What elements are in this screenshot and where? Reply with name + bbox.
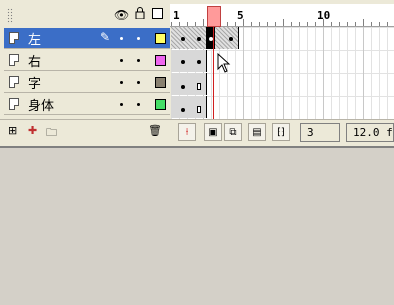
ruler-tick bbox=[363, 19, 364, 26]
ruler-tick bbox=[355, 22, 356, 26]
ruler-tick bbox=[379, 22, 380, 26]
ruler-tick bbox=[283, 19, 284, 26]
layer-row[interactable]: 字 bbox=[4, 72, 170, 93]
keyframe[interactable] bbox=[181, 37, 185, 41]
frame-span[interactable] bbox=[171, 50, 207, 72]
ruler-tick bbox=[179, 22, 180, 26]
ruler-tick bbox=[307, 22, 308, 26]
lock-icon[interactable] bbox=[135, 7, 145, 19]
onion-skin-outlines-icon[interactable]: ⧉ bbox=[224, 123, 242, 141]
ruler-tick bbox=[267, 22, 268, 26]
layer-name: 字 bbox=[28, 77, 42, 92]
ruler-tick bbox=[235, 22, 236, 26]
visibility-dot[interactable] bbox=[120, 81, 123, 84]
visibility-dot[interactable] bbox=[120, 37, 123, 40]
ruler-tick bbox=[227, 22, 228, 26]
eye-icon[interactable]: 👁 bbox=[114, 8, 129, 22]
ruler-tick bbox=[259, 22, 260, 26]
insert-folder-icon[interactable]: 🗀 bbox=[46, 124, 57, 143]
modify-onion-markers-icon[interactable]: ⁅⁆ bbox=[272, 123, 290, 141]
ruler-tick bbox=[275, 22, 276, 26]
layer-row[interactable]: 身体 bbox=[4, 94, 170, 115]
visibility-dot[interactable] bbox=[120, 103, 123, 106]
ruler-tick bbox=[347, 22, 348, 26]
visibility-dot[interactable] bbox=[120, 59, 123, 62]
outline-color-swatch[interactable] bbox=[155, 77, 166, 88]
onion-skin-icon[interactable]: ▣ bbox=[204, 123, 222, 141]
ruler-tick bbox=[187, 22, 188, 26]
frame-ruler[interactable]: 1 5 10 bbox=[170, 4, 394, 27]
empty-keyframe[interactable] bbox=[197, 106, 201, 113]
frame-span[interactable] bbox=[171, 27, 207, 49]
keyframe[interactable] bbox=[181, 60, 185, 64]
lock-dot[interactable] bbox=[137, 103, 140, 106]
pencil-icon: ✎ bbox=[100, 30, 111, 44]
ruler-tick bbox=[387, 22, 388, 26]
keyframe[interactable] bbox=[181, 85, 185, 89]
lock-dot[interactable] bbox=[137, 81, 140, 84]
ruler-tick bbox=[371, 22, 372, 26]
playhead[interactable] bbox=[207, 6, 221, 27]
frame-grid[interactable] bbox=[171, 27, 394, 119]
timeline-toolbar: ⊞ ✚ 🗀 🗑 ⍿ ▣ ⧉ ▤ ⁅⁆ 3 12.0 f bbox=[0, 119, 394, 145]
insert-layer-icon[interactable]: ⊞ bbox=[8, 124, 17, 137]
layer-icon bbox=[9, 98, 19, 110]
keyframe[interactable] bbox=[181, 108, 185, 112]
outline-color-swatch[interactable] bbox=[155, 33, 166, 44]
ruler-tick bbox=[171, 22, 172, 26]
ruler-tick bbox=[315, 22, 316, 26]
ruler-tick bbox=[291, 22, 292, 26]
layer-name: 右 bbox=[28, 55, 42, 70]
outline-color-swatch[interactable] bbox=[155, 55, 166, 66]
mouse-cursor-icon bbox=[217, 53, 231, 73]
ruler-tick bbox=[243, 19, 244, 26]
edit-multiple-frames-icon[interactable]: ▤ bbox=[248, 123, 266, 141]
ruler-tick bbox=[339, 22, 340, 26]
layer-icon bbox=[9, 32, 19, 44]
lock-dot[interactable] bbox=[137, 37, 140, 40]
ruler-tick bbox=[195, 22, 196, 26]
ruler-tick bbox=[299, 22, 300, 26]
frame-rate-field[interactable]: 12.0 f bbox=[346, 123, 394, 142]
ruler-tick bbox=[203, 19, 204, 26]
timeline-panel: 👁 1 5 10 左 ✎ 右 字 身体 ⊞ ✚ 🗀 🗑 ⍿ ▣ ⧉ ▤ ⁅⁆ 3… bbox=[0, 0, 394, 146]
ruler-tick bbox=[251, 22, 252, 26]
outline-icon[interactable] bbox=[152, 8, 163, 19]
current-frame-field: 3 bbox=[300, 123, 340, 142]
frame-span[interactable] bbox=[171, 73, 207, 95]
panel-grip[interactable] bbox=[7, 8, 13, 24]
layer-icon bbox=[9, 54, 19, 66]
frame-span[interactable] bbox=[215, 27, 239, 49]
layer-row[interactable]: 左 ✎ bbox=[4, 28, 170, 49]
lock-dot[interactable] bbox=[137, 59, 140, 62]
keyframe[interactable] bbox=[197, 37, 201, 41]
layer-row[interactable]: 右 bbox=[4, 50, 170, 71]
ruler-number: 1 bbox=[173, 9, 180, 22]
layer-icon bbox=[9, 76, 19, 88]
trash-icon[interactable]: 🗑 bbox=[148, 124, 162, 137]
panel-divider bbox=[0, 146, 394, 148]
keyframe[interactable] bbox=[229, 37, 233, 41]
playhead-line bbox=[213, 27, 214, 119]
ruler-tick bbox=[331, 22, 332, 26]
empty-keyframe[interactable] bbox=[197, 83, 201, 90]
outline-color-swatch[interactable] bbox=[155, 99, 166, 110]
center-frame-icon[interactable]: ⍿ bbox=[178, 123, 196, 141]
layer-name: 身体 bbox=[28, 99, 55, 114]
ruler-tick bbox=[323, 19, 324, 26]
frame-span[interactable] bbox=[171, 96, 207, 118]
layer-name: 左 bbox=[28, 33, 42, 48]
add-guide-layer-icon[interactable]: ✚ bbox=[28, 124, 37, 137]
keyframe[interactable] bbox=[197, 60, 201, 64]
